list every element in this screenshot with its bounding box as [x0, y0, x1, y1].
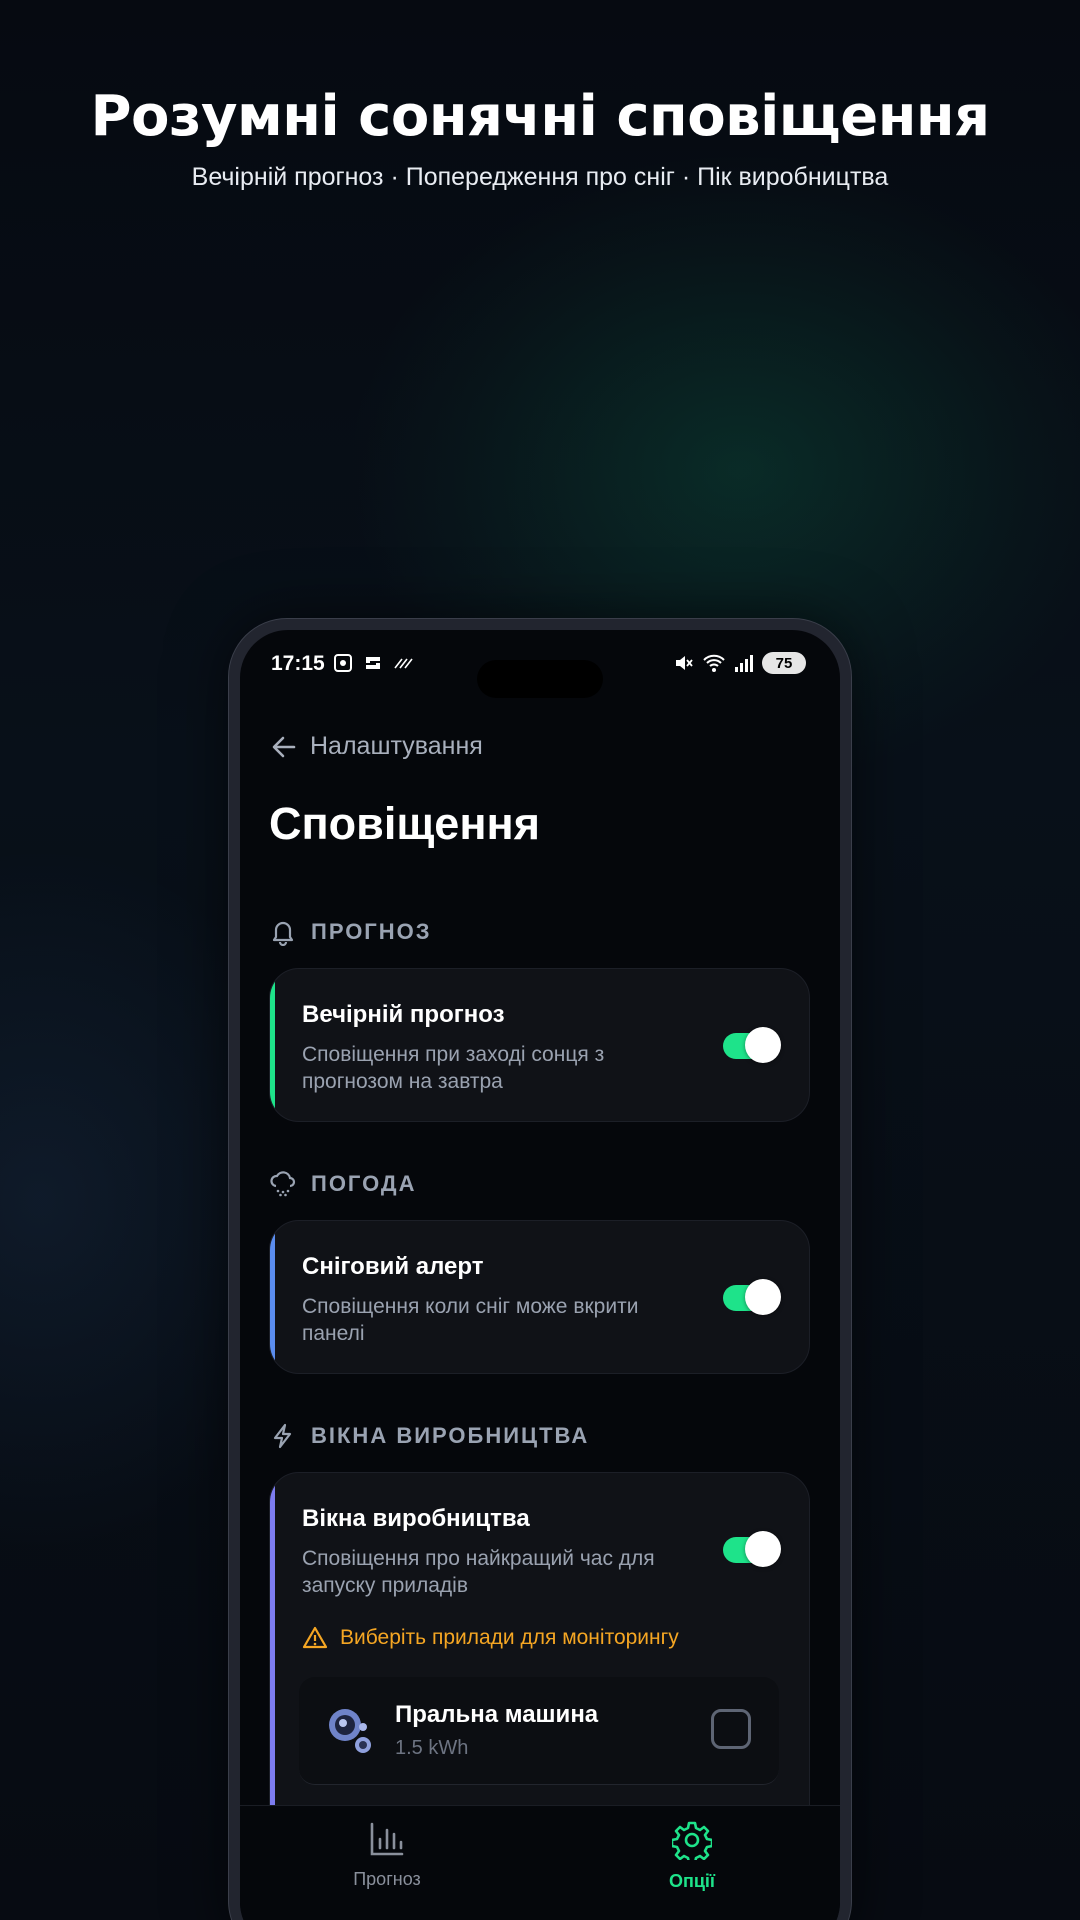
evening-forecast-card: Вечірній прогноз Сповіщення при заході с…: [269, 968, 810, 1122]
device-row-washing-machine[interactable]: Пральна машина 1.5 kWh: [299, 1677, 779, 1785]
back-label: Налаштування: [310, 732, 483, 760]
device-checkbox[interactable]: [711, 1709, 751, 1749]
card-title: Сніговий алерт: [302, 1253, 484, 1280]
card-description: Сповіщення коли сніг може вкрити панелі: [302, 1295, 639, 1345]
section-label: ПРОГНОЗ: [311, 919, 432, 944]
mute-icon: [676, 656, 693, 670]
card-title: Вікна виробництва: [302, 1505, 530, 1532]
warning-icon: [302, 1626, 328, 1649]
status-time: 17:15: [271, 652, 325, 675]
evening-forecast-toggle[interactable]: [723, 1027, 781, 1063]
card-accent: [270, 969, 275, 1121]
bar-chart-icon: [370, 1822, 404, 1856]
nav-item-forecast[interactable]: Прогноз: [307, 1820, 467, 1890]
bell-icon: [272, 921, 294, 946]
promo-subline: Вечірній прогноз · Попередження про сніг…: [191, 163, 889, 191]
status-left-icons: [332, 652, 414, 674]
section-forecast: ПРОГНОЗ: [269, 918, 432, 946]
section-weather: ПОГОДА: [269, 1170, 417, 1198]
page-title: Сповіщення: [269, 798, 540, 849]
battery-indicator: 75: [762, 652, 806, 674]
section-label: ВІКНА ВИРОБНИЦТВА: [311, 1423, 590, 1448]
toggle-knob: [745, 1027, 781, 1063]
production-windows-card: Вікна виробництва Сповіщення про найкращ…: [269, 1472, 810, 1852]
bottom-nav: Прогноз Опції: [240, 1805, 840, 1920]
snow-cloud-icon: [270, 1171, 296, 1197]
device-warning: Виберіть прилади для моніторингу: [302, 1625, 679, 1651]
battery-level: 75: [775, 654, 793, 672]
lightning-icon: [273, 1423, 292, 1449]
back-button[interactable]: Налаштування: [270, 732, 483, 761]
nfc-icon: [394, 658, 413, 669]
nav-label: Опції: [668, 1871, 715, 1891]
gear-icon: [670, 1821, 714, 1865]
snow-alert-card: Сніговий алерт Сповіщення коли сніг може…: [269, 1220, 810, 1374]
card-accent: [270, 1221, 275, 1373]
card-description: Сповіщення при заході сонця з прогнозом …: [302, 1043, 605, 1093]
app-notification-icon: [366, 657, 380, 669]
signal-icon: [735, 655, 753, 672]
card-accent: [270, 1473, 275, 1851]
nav-label: Прогноз: [353, 1869, 421, 1889]
toggle-knob: [745, 1531, 781, 1567]
nav-item-options[interactable]: Опції: [612, 1820, 772, 1892]
washing-machine-icon: [329, 1709, 371, 1753]
toggle-knob: [745, 1279, 781, 1315]
device-name: Пральна машина: [395, 1701, 599, 1728]
phone-screen: 17:15 75 Налаштування Сповіщення ПРОГНОЗ: [240, 630, 840, 1920]
camera-cutout: [477, 660, 603, 698]
arrow-left-icon: [272, 736, 296, 757]
screenshot-icon: [334, 654, 352, 672]
snow-alert-toggle[interactable]: [723, 1279, 781, 1315]
promo-screen: Розумні сонячні сповіщення Вечірній прог…: [0, 0, 1080, 1920]
status-right-icons: 75: [672, 652, 806, 674]
wifi-icon: [703, 654, 725, 672]
warning-text: Виберіть прилади для моніторингу: [340, 1626, 679, 1649]
status-bar: 17:15 75: [240, 646, 840, 698]
card-description: Сповіщення про найкращий час для запуску…: [302, 1547, 655, 1597]
promo-headline: Розумні сонячні сповіщення: [90, 84, 990, 149]
device-energy: 1.5 kWh: [395, 1737, 469, 1759]
section-production-windows: ВІКНА ВИРОБНИЦТВА: [269, 1422, 589, 1450]
section-label: ПОГОДА: [311, 1171, 417, 1196]
production-windows-toggle[interactable]: [723, 1531, 781, 1567]
card-title: Вечірній прогноз: [302, 1001, 505, 1028]
